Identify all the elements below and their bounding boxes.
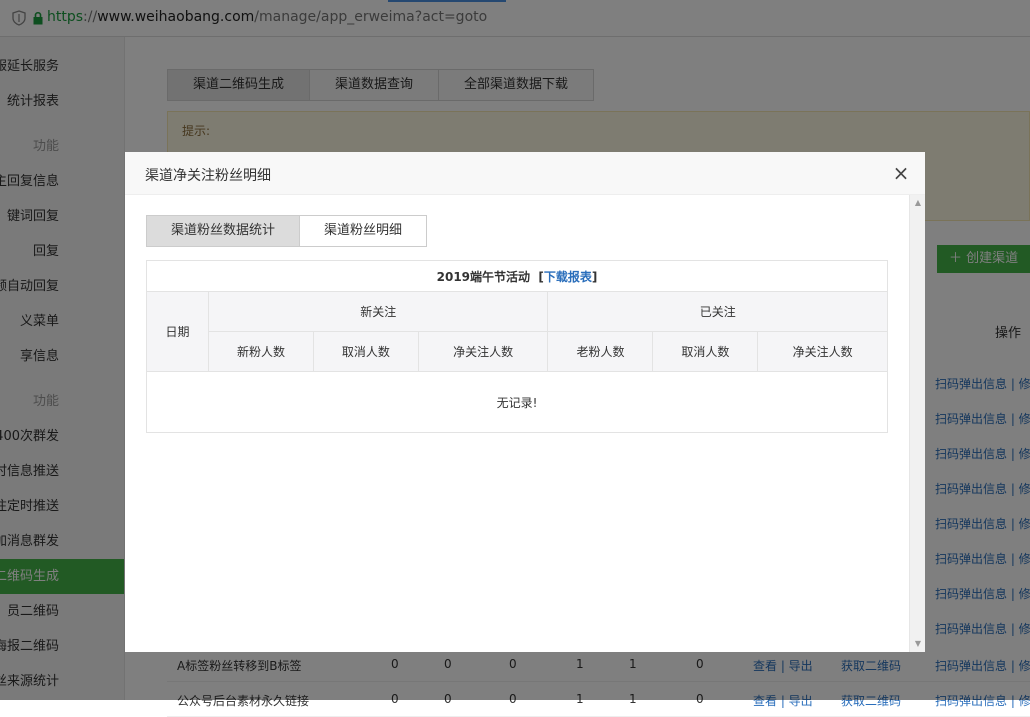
table-subheader-row: 新粉人数 取消人数 净关注人数 老粉人数 取消人数 净关注人数 (147, 331, 888, 372)
scroll-down-icon[interactable]: ▼ (910, 638, 926, 650)
close-icon[interactable]: × (889, 162, 913, 186)
stats-table: 2019端午节活动 [下载报表] 日期 新关注 已关注 新粉人数 取消人数 净关… (146, 260, 888, 433)
table-caption: 2019端午节活动 [下载报表] (146, 260, 888, 292)
modal-body: 渠道粉丝数据统计 渠道粉丝明细 2019端午节活动 [下载报表] 日期 新关注 … (125, 195, 911, 652)
fans-detail-modal: 渠道净关注粉丝明细 × 渠道粉丝数据统计 渠道粉丝明细 2019端午节活动 [下… (125, 152, 925, 652)
column-group-followed: 已关注 (547, 291, 888, 332)
modal-tabs: 渠道粉丝数据统计 渠道粉丝明细 (146, 215, 428, 247)
tab-fans-detail[interactable]: 渠道粉丝明细 (300, 216, 427, 246)
download-report-link[interactable]: 下载报表 (544, 270, 592, 284)
table-header-row: 日期 新关注 已关注 (146, 291, 888, 372)
column-header: 取消人数 (312, 331, 419, 372)
column-header: 净关注人数 (757, 331, 888, 372)
table-caption-row: 2019端午节活动 [下载报表] (146, 260, 888, 292)
bracket-close: ] (591, 269, 598, 284)
empty-message: 无记录! (146, 371, 888, 433)
column-header: 净关注人数 (417, 331, 549, 372)
modal-scrollbar[interactable]: ▲ ▼ (909, 195, 925, 652)
modal-title: 渠道净关注粉丝明细 (145, 168, 271, 184)
campaign-name: 2019端午节活动 (436, 269, 531, 284)
column-header: 新粉人数 (208, 331, 314, 372)
tab-fans-statistics[interactable]: 渠道粉丝数据统计 (147, 216, 301, 246)
column-header-date: 日期 (146, 291, 209, 372)
modal-header: 渠道净关注粉丝明细 × (125, 152, 925, 195)
scroll-up-icon[interactable]: ▲ (910, 197, 926, 209)
column-header: 老粉人数 (547, 331, 654, 372)
column-group-new-follow: 新关注 (207, 291, 549, 332)
column-header: 取消人数 (652, 331, 759, 372)
empty-row: 无记录! (146, 371, 888, 433)
